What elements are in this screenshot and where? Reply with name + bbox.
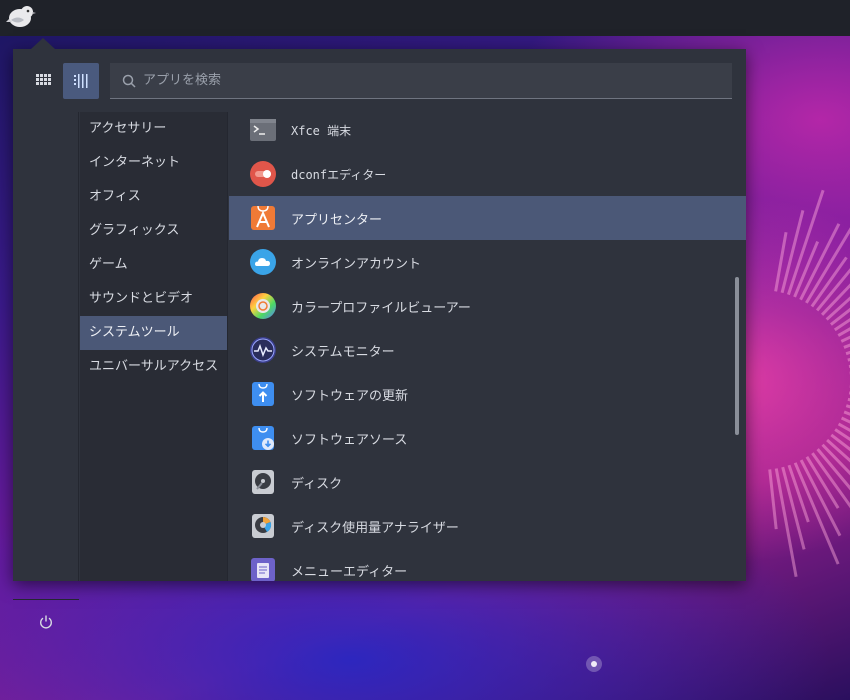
search-box[interactable] <box>110 63 732 99</box>
app-label: dconfエディター <box>291 167 387 182</box>
cloud-icon <box>250 249 276 275</box>
app-system-monitor[interactable]: システムモニター <box>229 328 746 372</box>
bird-logo-icon[interactable] <box>6 3 36 31</box>
search-input[interactable] <box>143 65 732 96</box>
category-sound-video[interactable]: サウンドとビデオ <box>80 282 227 316</box>
application-menu: アクセサリー インターネット オフィス グラフィックス ゲーム サウンドとビデオ… <box>13 38 746 629</box>
disk-icon <box>252 470 274 494</box>
wallpaper-ray <box>799 223 841 301</box>
list-icon <box>74 74 88 88</box>
search-icon <box>122 74 136 88</box>
app-dconf-editor[interactable]: dconfエディター <box>229 152 746 196</box>
grid-view-button[interactable] <box>26 63 62 99</box>
app-menu-editor[interactable]: メニューエディター <box>229 548 746 581</box>
software-update-icon <box>252 382 274 406</box>
app-list-scrollbar[interactable] <box>735 277 739 435</box>
app-software-updater[interactable]: ソフトウェアの更新 <box>229 372 746 416</box>
wallpaper-ray <box>768 469 778 530</box>
category-office[interactable]: オフィス <box>80 180 227 214</box>
category-accessories[interactable]: アクセサリー <box>80 112 227 146</box>
app-label: ソフトウェアソース <box>291 432 408 448</box>
category-games[interactable]: ゲーム <box>80 248 227 282</box>
software-sources-icon <box>252 426 274 450</box>
app-label: ディスク <box>291 476 343 492</box>
app-label: オンラインアカウント <box>291 256 422 272</box>
app-label: ソフトウェアの更新 <box>291 388 409 404</box>
disk-usage-icon <box>252 514 274 538</box>
app-online-accounts[interactable]: オンラインアカウント <box>229 240 746 284</box>
left-rail <box>13 112 79 629</box>
category-universal-access[interactable]: ユニバーサルアクセス <box>80 350 227 384</box>
list-view-button[interactable] <box>63 63 99 99</box>
power-icon <box>40 615 52 629</box>
app-label: メニューエディター <box>291 564 408 580</box>
app-software-sources[interactable]: ソフトウェアソース <box>229 416 746 460</box>
category-list: アクセサリー インターネット オフィス グラフィックス ゲーム サウンドとビデオ… <box>80 112 228 581</box>
app-label: システムモニター <box>291 344 395 360</box>
application-list: Xfce 端末 dconfエディター アプリセンター オンラインアカウント カラ… <box>229 108 746 581</box>
category-internet[interactable]: インターネット <box>80 146 227 180</box>
dconf-editor-icon <box>250 161 276 187</box>
app-xfce-terminal[interactable]: Xfce 端末 <box>229 108 746 152</box>
power-button[interactable] <box>13 599 79 644</box>
app-label: アプリセンター <box>291 212 383 228</box>
category-graphics[interactable]: グラフィックス <box>80 214 227 248</box>
menu-pointer <box>31 38 55 49</box>
app-label: ディスク使用量アナライザー <box>291 520 459 536</box>
app-center-icon <box>251 205 275 230</box>
top-panel <box>0 0 850 36</box>
color-profile-icon <box>250 293 276 319</box>
app-app-center[interactable]: アプリセンター <box>229 196 746 240</box>
app-disk-usage-analyzer[interactable]: ディスク使用量アナライザー <box>229 504 746 548</box>
app-label: Xfce 端末 <box>291 123 352 138</box>
terminal-icon <box>250 119 276 141</box>
category-system-tools[interactable]: システムツール <box>80 316 227 350</box>
system-monitor-icon <box>250 337 276 363</box>
app-color-profile-viewer[interactable]: カラープロファイルビューアー <box>229 284 746 328</box>
grid-icon <box>36 74 51 85</box>
app-label: カラープロファイルビューアー <box>291 300 471 316</box>
menu-editor-icon <box>251 558 275 581</box>
app-disks[interactable]: ディスク <box>229 460 746 504</box>
